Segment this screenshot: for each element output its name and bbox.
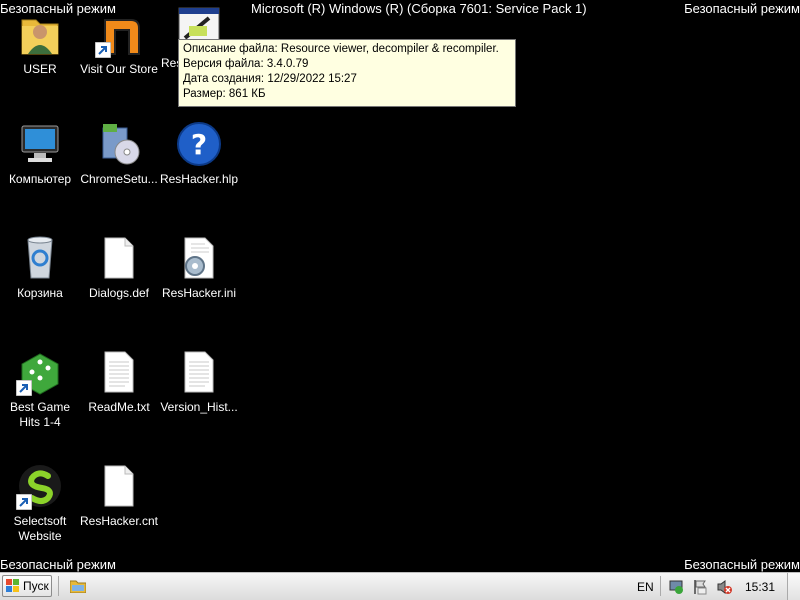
file-info-tooltip: Описание файла: Resource viewer, decompi…	[178, 39, 516, 107]
chrome-setup-icon	[95, 120, 143, 168]
safe-mode-label-bottom-left: Безопасный режим	[0, 557, 116, 572]
desktop-icon-version-history[interactable]: Version_Hist...	[159, 348, 239, 415]
recycle-bin-icon	[16, 234, 64, 282]
desktop-icon-reshacker-ini[interactable]: ResHacker.ini	[159, 234, 239, 301]
start-button[interactable]: Пуск	[2, 575, 52, 597]
taskbar: Пуск EN 15:31	[0, 572, 800, 600]
clock[interactable]: 15:31	[745, 580, 775, 594]
computer-icon	[16, 120, 64, 168]
taskbar-divider	[660, 576, 661, 596]
windows-logo-icon	[6, 579, 19, 592]
help-file-icon: ?	[175, 120, 223, 168]
icon-label: Компьютер	[8, 172, 72, 186]
volume-muted-icon[interactable]	[716, 579, 732, 595]
desktop-icon-dialogs-def[interactable]: Dialogs.def	[79, 234, 159, 301]
desktop-icon-user[interactable]: USER	[0, 10, 80, 77]
blank-file-icon	[95, 234, 143, 282]
settings-file-icon	[175, 234, 223, 282]
icon-label: Best Game Hits 1-4	[9, 400, 71, 429]
network-tray-icon[interactable]	[668, 579, 684, 595]
desktop-icon-recycle-bin[interactable]: Корзина	[0, 234, 80, 301]
tooltip-created: Дата создания: 12/29/2022 15:27	[183, 73, 357, 85]
icon-label: ResHacker.cnt	[79, 514, 159, 528]
tooltip-size: Размер: 861 КБ	[183, 88, 266, 100]
language-indicator[interactable]: EN	[637, 580, 654, 594]
desktop-icon-selectsoft-website[interactable]: Selectsoft Website	[0, 462, 80, 544]
shortcut-arrow-icon	[16, 494, 32, 510]
icon-label: Корзина	[17, 286, 63, 300]
svg-text:?: ?	[191, 128, 207, 161]
blank-file-icon	[95, 462, 143, 510]
store-shortcut-icon	[95, 10, 143, 58]
safe-mode-label-top-right: Безопасный режим	[684, 1, 800, 16]
icon-label: ResHacker.ini	[161, 286, 237, 300]
desktop-icon-reshacker-cnt[interactable]: ResHacker.cnt	[79, 462, 159, 529]
desktop-icon-computer[interactable]: Компьютер	[0, 120, 80, 187]
icon-label: Version_Hist...	[160, 400, 238, 414]
desktop-icon-reshacker-hlp[interactable]: ? ResHacker.hlp	[159, 120, 239, 187]
show-desktop-button[interactable]	[787, 573, 800, 600]
desktop-icon-best-game-hits[interactable]: Best Game Hits 1-4	[0, 348, 80, 430]
taskbar-divider	[58, 576, 59, 596]
icon-label: USER	[23, 62, 57, 76]
safe-mode-label-bottom-right: Безопасный режим	[684, 557, 800, 572]
icon-label: ResHacker.hlp	[159, 172, 239, 186]
text-file-icon	[175, 348, 223, 396]
explorer-quicklaunch-icon[interactable]	[70, 579, 86, 593]
tooltip-description: Описание файла: Resource viewer, decompi…	[183, 43, 499, 55]
start-label: Пуск	[23, 579, 49, 593]
user-folder-icon	[16, 10, 64, 58]
shortcut-arrow-icon	[16, 380, 32, 396]
icon-label: Visit Our Store	[80, 62, 158, 76]
icon-label: ChromeSetu...	[80, 172, 158, 186]
os-build-title: Microsoft (R) Windows (R) (Сборка 7601: …	[251, 1, 587, 16]
icon-label: ReadMe.txt	[88, 400, 150, 414]
icon-label: Selectsoft Website	[13, 514, 67, 543]
desktop-icon-readme[interactable]: ReadMe.txt	[79, 348, 159, 415]
action-center-flag-icon[interactable]	[692, 579, 708, 595]
desktop-icon-chrome-setup[interactable]: ChromeSetu...	[79, 120, 159, 187]
game-dice-icon	[16, 348, 64, 396]
icon-label: Dialogs.def	[88, 286, 150, 300]
text-file-icon	[95, 348, 143, 396]
shortcut-arrow-icon	[95, 42, 111, 58]
selectsoft-icon	[16, 462, 64, 510]
tooltip-version: Версия файла: 3.4.0.79	[183, 58, 309, 70]
desktop-icon-visit-store[interactable]: Visit Our Store	[79, 10, 159, 77]
